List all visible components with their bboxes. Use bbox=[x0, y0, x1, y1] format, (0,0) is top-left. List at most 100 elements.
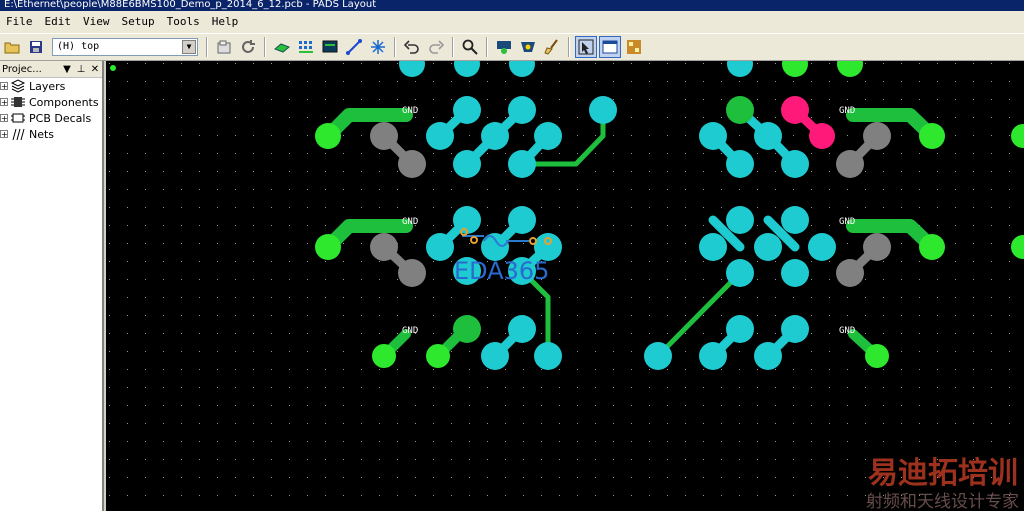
properties-icon bbox=[217, 40, 231, 54]
properties-button[interactable] bbox=[213, 36, 235, 58]
tree-item-layers[interactable]: + Layers bbox=[0, 78, 102, 94]
autoroute-button[interactable] bbox=[367, 36, 389, 58]
drafting-icon bbox=[274, 43, 290, 53]
find-button[interactable] bbox=[459, 36, 481, 58]
redo-icon bbox=[429, 40, 444, 54]
brand-cn: 易迪拓培训 bbox=[868, 456, 1018, 491]
pad bbox=[781, 206, 809, 234]
output-window-button[interactable] bbox=[599, 36, 621, 58]
pcb-board-view[interactable]: GND GND GND GND GND GND EDA365 易迪拓培训 射频和… bbox=[106, 61, 1024, 511]
route-icon bbox=[346, 39, 362, 55]
pad bbox=[726, 259, 754, 287]
redo-button[interactable] bbox=[425, 36, 447, 58]
pad bbox=[398, 259, 426, 287]
expand-icon[interactable]: + bbox=[0, 130, 8, 139]
project-explorer-header: Projec... ▼ ⊥ ✕ bbox=[0, 61, 102, 78]
pad bbox=[398, 150, 426, 178]
autoroute-icon bbox=[371, 40, 385, 54]
undo-button[interactable] bbox=[401, 36, 423, 58]
pad bbox=[370, 122, 398, 150]
ecn-button[interactable] bbox=[319, 36, 341, 58]
pad bbox=[726, 150, 754, 178]
toolbar-separator bbox=[394, 37, 396, 57]
pad bbox=[315, 123, 341, 149]
layers-icon bbox=[10, 79, 26, 93]
decal-icon bbox=[11, 113, 25, 123]
pad bbox=[699, 342, 727, 370]
layer-select-value: (H) top bbox=[57, 41, 100, 52]
refresh-icon bbox=[242, 40, 255, 53]
project-explorer: Projec... ▼ ⊥ ✕ + Layers + Components + … bbox=[0, 61, 104, 511]
pad bbox=[863, 233, 891, 261]
pad bbox=[372, 344, 396, 368]
logo-text: EDA365 bbox=[454, 257, 549, 285]
pad bbox=[865, 344, 889, 368]
pad bbox=[481, 122, 509, 150]
net-label: GND bbox=[402, 217, 418, 227]
select-arrow-icon bbox=[578, 39, 594, 55]
expand-icon[interactable]: + bbox=[0, 114, 8, 123]
pad bbox=[534, 342, 562, 370]
dock-pin-icon[interactable]: ⊥ bbox=[74, 64, 88, 75]
window-title: E:\Ethernet\people\M88E6BMS100_Demo_p_20… bbox=[0, 0, 1024, 11]
menu-setup[interactable]: Setup bbox=[116, 13, 161, 31]
pad bbox=[426, 233, 454, 261]
menu-file[interactable]: File bbox=[0, 13, 39, 31]
save-icon bbox=[30, 41, 42, 53]
close-icon[interactable]: ✕ bbox=[88, 64, 102, 75]
pad bbox=[726, 315, 754, 343]
pad bbox=[453, 315, 481, 343]
layout-bridge-button[interactable] bbox=[623, 36, 645, 58]
pad bbox=[781, 315, 809, 343]
toolbar-separator bbox=[264, 37, 266, 57]
open-folder-icon bbox=[4, 42, 20, 54]
view-nets-button[interactable] bbox=[517, 36, 539, 58]
save-button[interactable] bbox=[25, 36, 47, 58]
undo-icon bbox=[404, 40, 419, 54]
pcb-canvas[interactable]: GND GND GND GND GND GND EDA365 易迪拓培训 射频和… bbox=[106, 61, 1024, 511]
pad bbox=[781, 259, 809, 287]
expand-icon[interactable]: + bbox=[0, 82, 8, 91]
menu-view[interactable]: View bbox=[77, 13, 116, 31]
origin-marker bbox=[110, 65, 116, 71]
pad bbox=[863, 122, 891, 150]
net-label: GND bbox=[402, 326, 418, 336]
pad bbox=[534, 122, 562, 150]
slogan-cn: 射频和天线设计专家 bbox=[866, 492, 1019, 511]
tree-item-components[interactable]: + Components bbox=[0, 94, 102, 110]
view-board-button[interactable] bbox=[493, 36, 515, 58]
pad bbox=[508, 150, 536, 178]
pad bbox=[481, 342, 509, 370]
select-mode-button[interactable] bbox=[575, 36, 597, 58]
net-label: GND bbox=[839, 106, 855, 116]
pad bbox=[426, 344, 450, 368]
menu-tools[interactable]: Tools bbox=[161, 13, 206, 31]
pad bbox=[919, 234, 945, 260]
pad bbox=[726, 96, 754, 124]
pad bbox=[781, 96, 809, 124]
pin-menu-icon[interactable]: ▼ bbox=[60, 64, 74, 75]
project-explorer-title: Projec... bbox=[2, 63, 42, 75]
menu-edit[interactable]: Edit bbox=[39, 13, 78, 31]
component-chip-icon bbox=[11, 97, 25, 107]
pad bbox=[809, 123, 835, 149]
tree-item-pcb-decals[interactable]: + PCB Decals bbox=[0, 110, 102, 126]
pad bbox=[453, 96, 481, 124]
menu-help[interactable]: Help bbox=[206, 13, 245, 31]
tree-item-nets[interactable]: + Nets bbox=[0, 126, 102, 142]
pad bbox=[644, 342, 672, 370]
drafting-button[interactable] bbox=[271, 36, 293, 58]
refresh-button[interactable] bbox=[237, 36, 259, 58]
net-label: GND bbox=[839, 326, 855, 336]
design-button[interactable] bbox=[295, 36, 317, 58]
open-button[interactable] bbox=[1, 36, 23, 58]
cleanup-button[interactable] bbox=[541, 36, 563, 58]
chevron-down-icon[interactable]: ▼ bbox=[182, 40, 196, 54]
route-button[interactable] bbox=[343, 36, 365, 58]
layer-select[interactable]: (H) top ▼ bbox=[52, 38, 198, 56]
pad bbox=[754, 122, 782, 150]
expand-icon[interactable]: + bbox=[0, 98, 8, 107]
pad bbox=[508, 315, 536, 343]
pad bbox=[726, 206, 754, 234]
pad bbox=[781, 150, 809, 178]
